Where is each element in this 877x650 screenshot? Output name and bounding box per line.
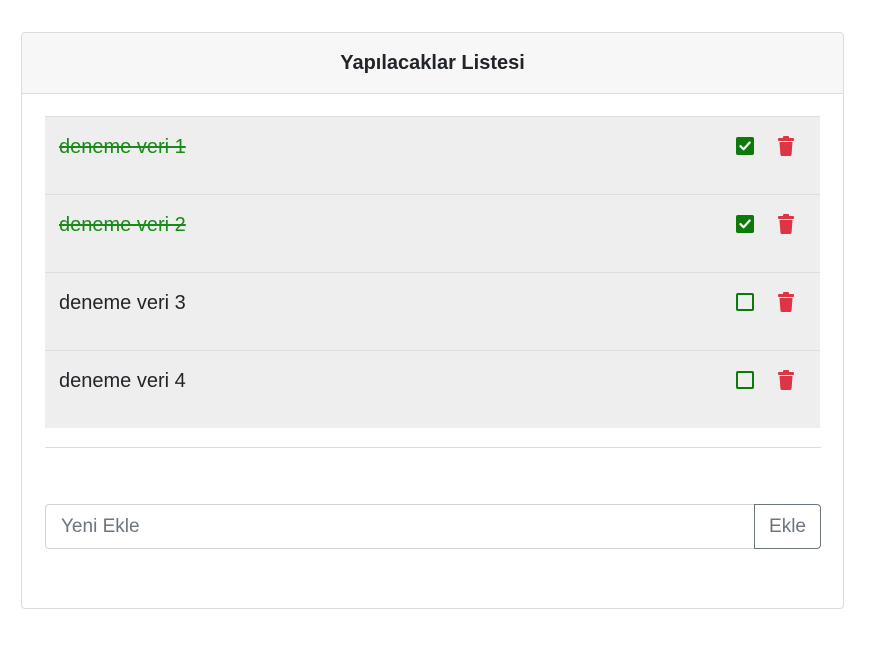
todo-text: deneme veri 3 xyxy=(59,292,186,314)
todo-checkbox[interactable] xyxy=(736,137,754,155)
todo-item: deneme veri 1 xyxy=(45,116,820,194)
todo-text: deneme veri 2 xyxy=(59,214,186,236)
todo-list: deneme veri 1 deneme veri 2 deneme veri … xyxy=(45,116,820,428)
new-todo-input[interactable] xyxy=(45,504,754,549)
page-title: Yapılacaklar Listesi xyxy=(340,51,525,74)
todo-item: deneme veri 2 xyxy=(45,194,820,272)
todo-card: Yapılacaklar Listesi deneme veri 1 denem… xyxy=(21,32,844,609)
check-icon xyxy=(739,219,751,229)
add-button[interactable]: Ekle xyxy=(754,504,821,549)
check-icon xyxy=(739,141,751,151)
trash-icon[interactable] xyxy=(778,292,794,312)
add-todo-form: Ekle xyxy=(45,504,821,549)
todo-checkbox[interactable] xyxy=(736,293,754,311)
card-header: Yapılacaklar Listesi xyxy=(22,33,843,94)
todo-text: deneme veri 4 xyxy=(59,370,186,392)
todo-checkbox[interactable] xyxy=(736,371,754,389)
todo-item: deneme veri 3 xyxy=(45,272,820,350)
divider xyxy=(45,447,821,448)
trash-icon[interactable] xyxy=(778,370,794,390)
todo-checkbox[interactable] xyxy=(736,215,754,233)
todo-text: deneme veri 1 xyxy=(59,136,186,158)
trash-icon[interactable] xyxy=(778,214,794,234)
todo-item: deneme veri 4 xyxy=(45,350,820,428)
trash-icon[interactable] xyxy=(778,136,794,156)
